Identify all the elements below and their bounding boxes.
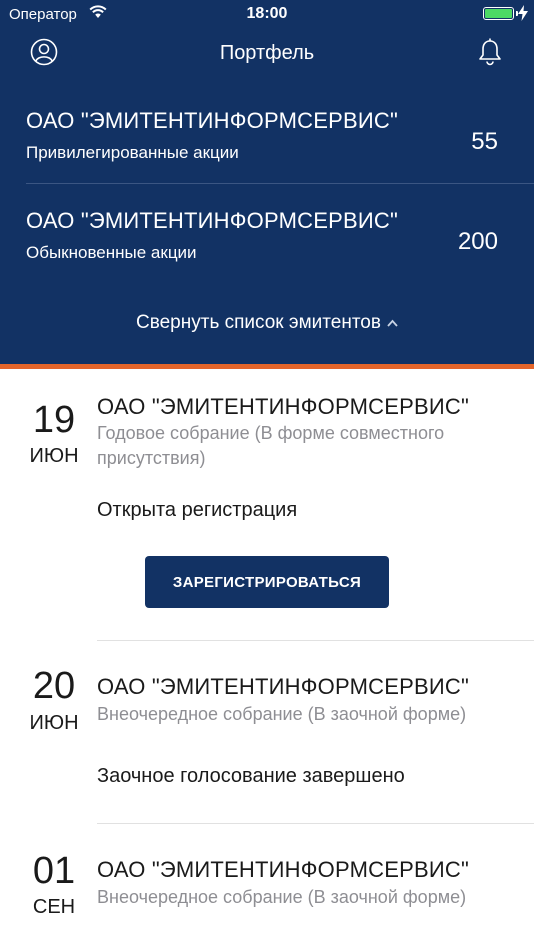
holding-issuer: ОАО "ЭМИТЕНТИНФОРМСЕРВИС" xyxy=(26,208,398,233)
portfolio-header: Оператор 18:00 Портфель ОАО "ЭМИТЕНТИНФО… xyxy=(0,0,534,364)
meeting-day: 01 xyxy=(32,850,76,892)
holding-share-type: Привилегированные акции xyxy=(26,143,239,162)
collapse-issuers-button[interactable]: Свернуть список эмитентов xyxy=(0,312,534,334)
meeting-month: ИЮН xyxy=(29,445,79,467)
status-bar: Оператор 18:00 xyxy=(0,0,534,28)
holding-quantity: 200 xyxy=(457,228,498,255)
register-button[interactable]: ЗАРЕГИСТРИРОВАТЬСЯ xyxy=(145,556,389,608)
meeting-issuer: ОАО "ЭМИТЕНТИНФОРМСЕРВИС" xyxy=(97,857,469,882)
charging-icon xyxy=(518,5,528,21)
chevron-up-icon xyxy=(387,319,398,327)
meeting-month: СЕН xyxy=(32,896,76,918)
nav-bar: Портфель xyxy=(0,28,534,80)
meeting-month: ИЮН xyxy=(29,712,79,734)
holding-item[interactable]: ОАО "ЭМИТЕНТИНФОРМСЕРВИС" Привилегирован… xyxy=(26,88,534,184)
meeting-type: Годовое собрание (В форме совместного пр… xyxy=(97,423,445,468)
holding-share-type: Обыкновенные акции xyxy=(26,243,197,262)
meeting-status: Открыта регистрация xyxy=(97,499,298,521)
meeting-type: Внеочередное собрание (В заочной форме) xyxy=(97,887,467,907)
page-title: Портфель xyxy=(219,42,315,64)
meeting-day: 19 xyxy=(32,399,76,441)
meeting-type: Внеочередное собрание (В заочной форме) xyxy=(97,704,467,724)
clock: 18:00 xyxy=(246,5,288,22)
meeting-issuer: ОАО "ЭМИТЕНТИНФОРМСЕРВИС" xyxy=(97,394,469,419)
meeting-item[interactable]: 20 ИЮН ОАО "ЭМИТЕНТИНФОРМСЕРВИС" Внеочер… xyxy=(0,641,534,823)
meeting-day: 20 xyxy=(32,665,76,707)
meeting-item[interactable]: 01 СЕН ОАО "ЭМИТЕНТИНФОРМСЕРВИС" Внеочер… xyxy=(0,824,534,950)
meeting-item[interactable]: 19 ИЮН ОАО "ЭМИТЕНТИНФОРМСЕРВИС" Годовое… xyxy=(0,369,534,641)
collapse-label: Свернуть список эмитентов xyxy=(136,312,381,333)
meeting-issuer: ОАО "ЭМИТЕНТИНФОРМСЕРВИС" xyxy=(97,674,469,699)
meeting-status: Заочное голосование завершено xyxy=(97,765,405,787)
holding-divider xyxy=(26,183,534,184)
holding-item[interactable]: ОАО "ЭМИТЕНТИНФОРМСЕРВИС" Обыкновенные а… xyxy=(26,188,534,284)
battery-icon xyxy=(483,7,514,20)
holding-issuer: ОАО "ЭМИТЕНТИНФОРМСЕРВИС" xyxy=(26,108,398,133)
bell-icon[interactable] xyxy=(477,38,503,66)
holding-quantity: 55 xyxy=(471,128,498,155)
